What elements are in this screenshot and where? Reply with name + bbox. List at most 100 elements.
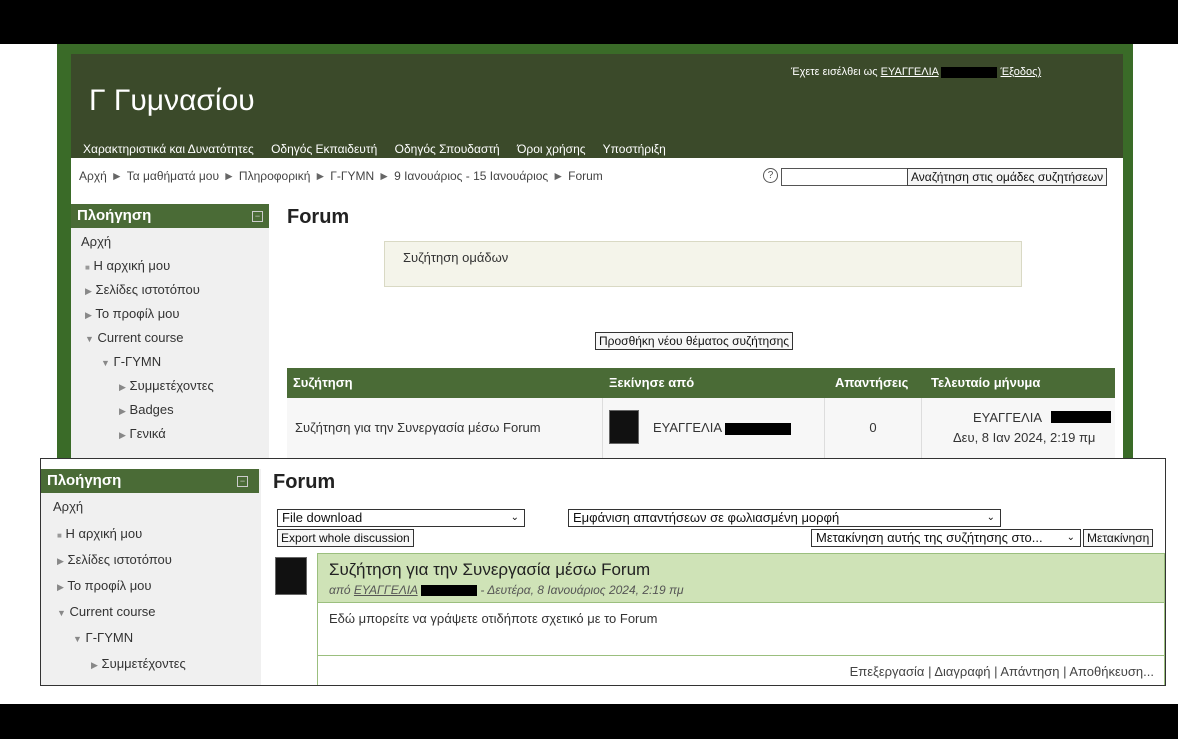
chevron-down-icon: ⌄ bbox=[510, 512, 519, 523]
collapse-block-icon[interactable]: − bbox=[252, 211, 263, 222]
nav-item-label: Current course bbox=[97, 330, 184, 345]
bullet-icon: ■ bbox=[85, 263, 90, 272]
page-heading: Forum bbox=[287, 206, 350, 228]
breadcrumb-separator: ► bbox=[552, 169, 565, 183]
login-prefix: Έχετε εισέλθει ως bbox=[791, 66, 878, 78]
author-avatar[interactable] bbox=[275, 557, 307, 595]
collapsed-arrow-icon: ▶ bbox=[119, 430, 126, 440]
display-mode-select[interactable]: Εμφάνιση απαντήσεων σε φωλιασμένη μορφή … bbox=[568, 509, 1001, 527]
site-title[interactable]: Γ Γυμνασίου bbox=[89, 84, 255, 118]
forum-search-button[interactable]: Αναζήτηση στις ομάδες συζητήσεων bbox=[907, 168, 1108, 186]
collapsed-arrow-icon: ▶ bbox=[91, 660, 98, 670]
nav-item-participants[interactable]: ▶ Συμμετέχοντες bbox=[119, 378, 214, 393]
nav-item-profile[interactable]: ▶ Το προφίλ μου bbox=[57, 578, 152, 593]
file-download-select-value: File download bbox=[282, 510, 363, 525]
table-row: Συζήτηση για την Συνεργασία μέσω Forum Ε… bbox=[287, 398, 1115, 460]
last-post-author[interactable]: ΕΥΑΓΓΕΛΙΑ bbox=[973, 410, 1042, 425]
forum-intro: Συζήτηση ομάδων bbox=[384, 241, 1022, 287]
move-discussion-select-value: Μετακίνηση αυτής της συζήτησης στο... bbox=[816, 530, 1043, 545]
post-header: Συζήτηση για την Συνεργασία μέσω Forum α… bbox=[317, 553, 1165, 603]
post-content: Εδώ μπορείτε να γράψετε οτιδήποτε σχετικ… bbox=[317, 602, 1165, 656]
breadcrumb-course[interactable]: Πληροφορική bbox=[239, 169, 310, 183]
forum-list-page: Γ Γυμνασίου Έχετε εισέλθει ως ΕΥΑΓΓΕΛΙΑ … bbox=[71, 54, 1123, 460]
site-header: Γ Γυμνασίου Έχετε εισέλθει ως ΕΥΑΓΓΕΛΙΑ … bbox=[71, 54, 1123, 158]
collapse-block-icon[interactable]: − bbox=[237, 476, 248, 487]
post-author-link[interactable]: ΕΥΑΓΓΕΛΙΑ bbox=[354, 583, 418, 597]
nav-item-participants[interactable]: ▶ Συμμετέχοντες bbox=[91, 656, 186, 671]
breadcrumb-home[interactable]: Αρχή bbox=[79, 169, 107, 183]
breadcrumb-separator: ► bbox=[314, 169, 327, 183]
login-user-link[interactable]: ΕΥΑΓΓΕΛΙΑ bbox=[881, 66, 939, 78]
breadcrumb-separator: ► bbox=[110, 169, 123, 183]
started-by-cell: ΕΥΑΓΓΕΛΙΑ bbox=[603, 398, 825, 460]
breadcrumb-separator: ► bbox=[378, 169, 391, 183]
replies-count[interactable]: 0 bbox=[869, 420, 876, 435]
nav-item-course-code[interactable]: ▼ Γ-ΓΥΜΝ bbox=[73, 630, 133, 645]
nav-item-label: Γ-ΓΥΜΝ bbox=[85, 630, 134, 645]
expanded-arrow-icon: ▼ bbox=[101, 358, 110, 368]
forum-intro-text: Συζήτηση ομάδων bbox=[403, 250, 509, 265]
column-replies[interactable]: Απαντήσεις bbox=[835, 375, 908, 390]
discussion-link[interactable]: Συζήτηση για την Συνεργασία μέσω Forum bbox=[295, 420, 541, 435]
collapsed-arrow-icon: ▶ bbox=[119, 406, 126, 416]
nav-item-current-course[interactable]: ▼ Current course bbox=[57, 604, 156, 619]
nav-item-label: Γ-ΓΥΜΝ bbox=[113, 354, 162, 369]
menu-item-teacher-guide[interactable]: Οδηγός Εκπαιδευτή bbox=[271, 142, 377, 156]
discussion-cell: Συζήτηση για την Συνεργασία μέσω Forum bbox=[287, 398, 603, 460]
navigation-block-header: Πλοήγηση bbox=[41, 469, 259, 493]
move-discussion-select[interactable]: Μετακίνηση αυτής της συζήτησης στο... ⌄ bbox=[811, 529, 1081, 547]
last-post-cell: ΕΥΑΓΓΕΛΙΑ Δευ, 8 Ιαν 2024, 2:19 πμ bbox=[923, 398, 1115, 460]
nav-item-current-course[interactable]: ▼ Current course bbox=[85, 330, 184, 345]
chevron-down-icon: ⌄ bbox=[986, 512, 995, 523]
column-last-post[interactable]: Τελευταίο μήνυμα bbox=[931, 375, 1040, 390]
add-discussion-button[interactable]: Προσθήκη νέου θέματος συζήτησης bbox=[595, 332, 794, 350]
column-discussion[interactable]: Συζήτηση bbox=[293, 375, 353, 390]
breadcrumb-my-courses[interactable]: Τα μαθήματά μου bbox=[127, 169, 219, 183]
collapsed-arrow-icon: ▶ bbox=[85, 310, 92, 320]
post-commands[interactable]: Επεξεργασία | Διαγραφή | Απάντηση | Αποθ… bbox=[850, 664, 1154, 679]
user-avatar[interactable] bbox=[609, 410, 639, 444]
byline-prefix: από bbox=[329, 583, 351, 597]
nav-item-label: Συμμετέχοντες bbox=[101, 656, 186, 671]
nav-item-dashboard[interactable]: ■ Η αρχική μου bbox=[57, 526, 142, 541]
last-post-date[interactable]: Δευ, 8 Ιαν 2024, 2:19 πμ bbox=[953, 430, 1095, 445]
breadcrumb-forum[interactable]: Forum bbox=[568, 169, 603, 183]
expanded-arrow-icon: ▼ bbox=[57, 608, 66, 618]
breadcrumb: Αρχή ► Τα μαθήματά μου ► Πληροφορική ► Γ-ΓΥΜΝ ►… bbox=[79, 169, 603, 183]
nav-item-home[interactable]: Αρχή bbox=[81, 234, 111, 249]
breadcrumb-group[interactable]: Γ-ΓΥΜΝ bbox=[330, 169, 374, 183]
collapsed-arrow-icon: ▶ bbox=[57, 582, 64, 592]
export-discussion-button[interactable]: Export whole discussion bbox=[277, 529, 414, 547]
logout-link[interactable]: Έξοδος) bbox=[1001, 66, 1042, 78]
breadcrumb-week[interactable]: 9 Ιανουάριος - 15 Ιανουάριος bbox=[394, 169, 548, 183]
help-icon[interactable]: ? bbox=[763, 168, 778, 183]
collapsed-arrow-icon: ▶ bbox=[57, 556, 64, 566]
nav-item-site-pages[interactable]: ▶ Σελίδες ιστοτόπου bbox=[85, 282, 200, 297]
redacted-name bbox=[725, 423, 791, 435]
menu-item-support[interactable]: Υποστήριξη bbox=[603, 142, 666, 156]
move-button[interactable]: Μετακίνηση bbox=[1083, 529, 1154, 547]
nav-item-course-code[interactable]: ▼ Γ-ΓΥΜΝ bbox=[101, 354, 161, 369]
started-by-name[interactable]: ΕΥΑΓΓΕΛΙΑ bbox=[653, 420, 722, 435]
bottom-black-bar bbox=[0, 704, 1178, 739]
nav-item-site-pages[interactable]: ▶ Σελίδες ιστοτόπου bbox=[57, 552, 172, 567]
nav-item-label: Η αρχική μου bbox=[93, 258, 171, 273]
menu-item-student-guide[interactable]: Οδηγός Σπουδαστή bbox=[395, 142, 500, 156]
custom-menu: Χαρακτηριστικά και Δυνατότητες Οδηγός Εκ… bbox=[83, 142, 680, 156]
expanded-arrow-icon: ▼ bbox=[73, 634, 82, 644]
forum-search-input[interactable] bbox=[781, 168, 909, 186]
column-started-by[interactable]: Ξεκίνησε από bbox=[609, 375, 694, 390]
nav-item-label: Current course bbox=[69, 604, 156, 619]
nav-item-label: Το προφίλ μου bbox=[95, 306, 180, 321]
menu-item-terms[interactable]: Όροι χρήσης bbox=[517, 142, 585, 156]
nav-item-badges[interactable]: ▶ Badges bbox=[119, 402, 174, 417]
nav-item-dashboard[interactable]: ■ Η αρχική μου bbox=[85, 258, 170, 273]
file-download-select[interactable]: File download ⌄ bbox=[277, 509, 525, 527]
nav-item-home[interactable]: Αρχή bbox=[53, 499, 83, 514]
navigation-block-title: Πλοήγηση bbox=[47, 472, 122, 489]
navigation-block-title: Πλοήγηση bbox=[77, 207, 152, 224]
nav-item-label: Συμμετέχοντες bbox=[129, 378, 214, 393]
nav-item-profile[interactable]: ▶ Το προφίλ μου bbox=[85, 306, 180, 321]
nav-item-general[interactable]: ▶ Γενικά bbox=[119, 426, 166, 441]
menu-item-features[interactable]: Χαρακτηριστικά και Δυνατότητες bbox=[83, 142, 254, 156]
